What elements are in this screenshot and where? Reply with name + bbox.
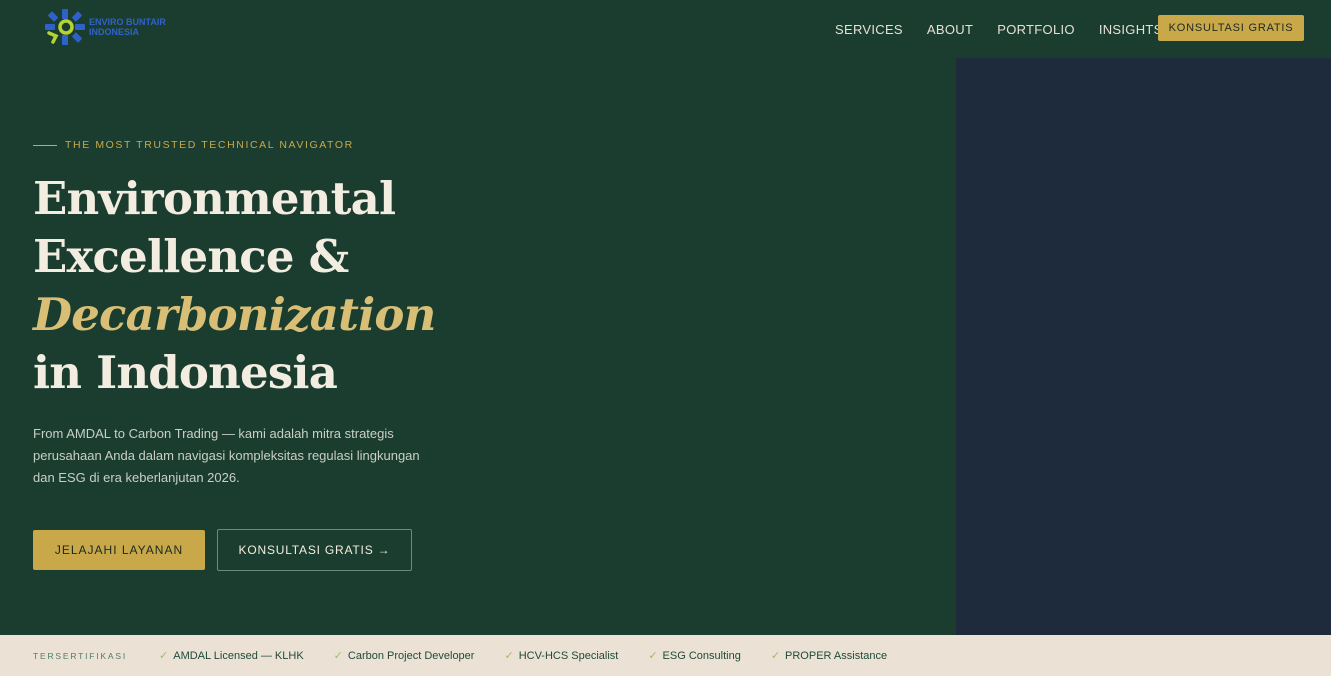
- headline-accent: Decarbonization: [33, 288, 436, 341]
- logo-icon: [45, 9, 85, 45]
- free-consultation-button[interactable]: KONSULTASI GRATIS →: [217, 529, 412, 571]
- headline-line-1: Environmental: [33, 172, 396, 225]
- certification-text: ESG Consulting: [662, 649, 741, 662]
- check-icon: ✓: [504, 650, 514, 662]
- certification-text: AMDAL Licensed — KLHK: [173, 649, 304, 662]
- certification-text: Carbon Project Developer: [347, 649, 475, 662]
- nav-link-insights[interactable]: INSIGHTS: [1099, 21, 1163, 39]
- certification-item: ✓ Carbon Project Developer: [333, 649, 475, 663]
- nav-consultation-button[interactable]: KONSULTASI GRATIS: [1158, 15, 1304, 41]
- hero-description: From AMDAL to Carbon Trading — kami adal…: [33, 426, 420, 485]
- explore-services-button[interactable]: JELAJAHI LAYANAN: [33, 530, 205, 570]
- main-nav: SERVICES ABOUT PORTFOLIO INSIGHTS: [835, 21, 1187, 39]
- hero-eyebrow: THE MOST TRUSTED TECHNICAL NAVIGATOR: [33, 139, 354, 151]
- nav-link-about[interactable]: ABOUT: [927, 21, 973, 39]
- certification-item: ✓ AMDAL Licensed — KLHK: [159, 649, 304, 663]
- check-icon: ✓: [333, 650, 343, 662]
- check-icon: ✓: [770, 650, 781, 662]
- logo-line-1: ENVIRO BUNTAIR: [89, 17, 166, 27]
- certification-item: ✓ ESG Consulting: [648, 649, 741, 663]
- certification-item: ✓ PROPER Assistance: [770, 649, 888, 663]
- certification-bar: TERSERTIFIKASI ✓ AMDAL Licensed — KLHK ✓ C…: [0, 635, 1331, 676]
- certification-text: HCV-HCS Specialist: [518, 649, 619, 662]
- check-icon: ✓: [648, 650, 658, 662]
- hero-side-panel: [956, 58, 1331, 635]
- brand-logo[interactable]: ENVIRO BUNTAIR INDONESIA: [45, 9, 166, 45]
- logo-line-2: INDONESIA: [89, 27, 140, 37]
- nav-link-portfolio[interactable]: PORTFOLIO: [997, 21, 1075, 39]
- headline-line-4: in Indonesia: [33, 346, 338, 399]
- eyebrow-text: THE MOST TRUSTED TECHNICAL NAVIGATOR: [65, 139, 354, 151]
- headline-line-2: Excellence &: [33, 230, 349, 283]
- top-navbar: ENVIRO BUNTAIR INDONESIA SERVICES ABOUT …: [0, 0, 1331, 58]
- certification-text: PROPER Assistance: [785, 649, 888, 662]
- certification-label: TERSERTIFIKASI: [33, 650, 128, 661]
- logo-wordmark: ENVIRO BUNTAIR INDONESIA: [89, 17, 166, 37]
- check-icon: ✓: [159, 650, 169, 662]
- hero-headline: Environmental Excellence & Decarbonizati…: [33, 170, 436, 402]
- certification-item: ✓ HCV-HCS Specialist: [504, 649, 619, 663]
- eyebrow-divider: [33, 144, 57, 146]
- nav-link-services[interactable]: SERVICES: [835, 21, 903, 39]
